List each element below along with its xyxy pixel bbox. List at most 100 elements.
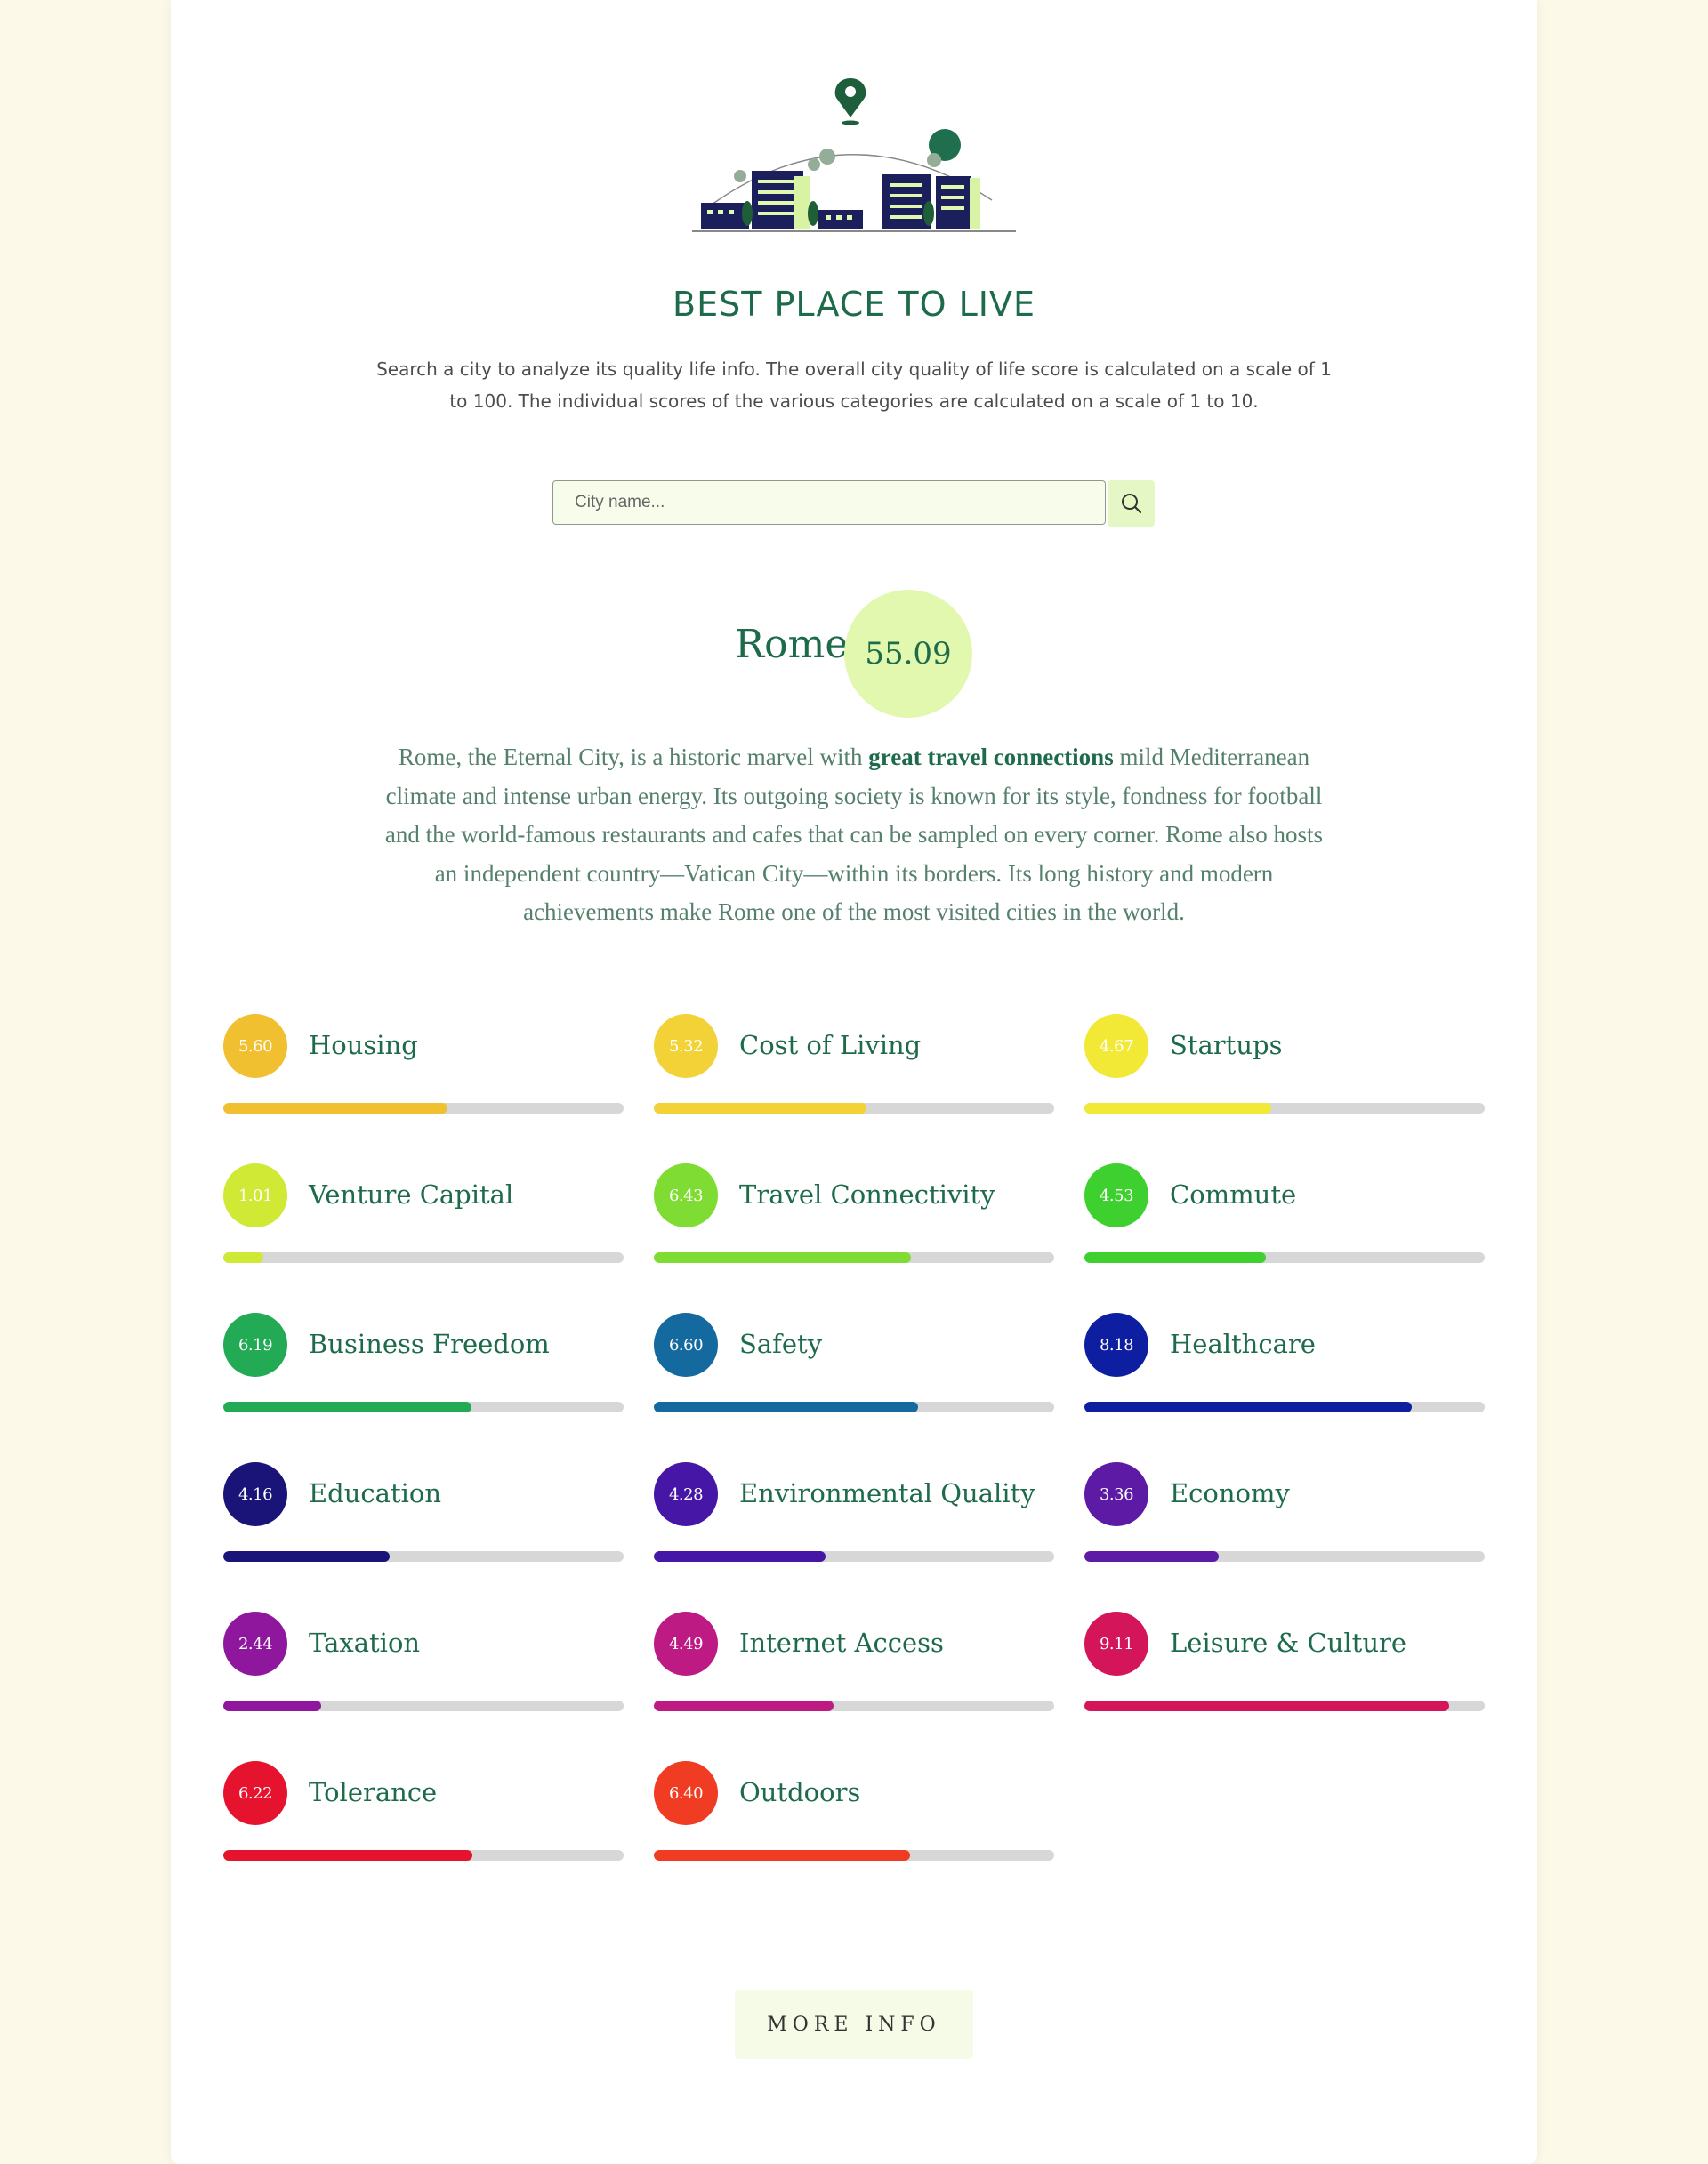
category-name: Healthcare [1170,1329,1316,1359]
category-progress-fill [1084,1402,1413,1412]
category-progress-track [1084,1103,1485,1114]
category-score: 5.32 [668,1036,704,1056]
category-name: Housing [309,1030,418,1060]
category-card: 5.60 Housing [223,1014,624,1121]
category-name: Travel Connectivity [739,1179,995,1210]
category-progress-fill [223,1402,471,1412]
category-name: Venture Capital [309,1179,514,1210]
search-button[interactable] [1108,480,1155,527]
category-card: 6.19 Business Freedom [223,1313,624,1420]
category-progress-track [654,1402,1054,1412]
category-score-badge: 6.43 [654,1163,718,1227]
category-progress-track [223,1103,624,1114]
category-score: 4.53 [1099,1186,1134,1205]
category-card: 4.28 Environmental Quality [654,1462,1054,1569]
category-progress-track [1084,1402,1485,1412]
page-description: Search a city to analyze its quality lif… [376,358,1332,412]
category-name: Internet Access [739,1628,944,1658]
category-card: 4.67 Startups [1084,1014,1485,1121]
category-score: 4.49 [668,1634,704,1653]
category-card: 4.49 Internet Access [654,1612,1054,1718]
category-progress-fill [654,1551,826,1562]
category-score: 4.67 [1099,1036,1134,1056]
category-progress-fill [654,1103,867,1114]
category-score: 4.16 [238,1484,273,1504]
category-card: 8.18 Healthcare [1084,1313,1485,1420]
city-summary: Rome, the Eternal City, is a historic ma… [375,738,1333,932]
category-score-badge: 4.16 [223,1462,287,1526]
category-progress-track [223,1701,624,1711]
category-progress-fill [223,1252,264,1263]
city-illustration [692,78,1016,232]
category-progress-track [223,1551,624,1562]
category-progress-track [1084,1701,1485,1711]
category-score: 1.01 [238,1186,273,1205]
category-progress-fill [654,1402,918,1412]
category-progress-fill [223,1850,472,1861]
category-progress-track [654,1252,1054,1263]
category-progress-fill [654,1252,912,1263]
category-score: 5.60 [238,1036,273,1056]
category-score-badge: 4.67 [1084,1014,1148,1078]
category-progress-fill [223,1701,321,1711]
category-score: 4.28 [668,1484,704,1504]
search-icon [1121,494,1141,514]
category-card: 6.40 Outdoors [654,1761,1054,1868]
category-card: 6.22 Tolerance [223,1761,624,1868]
category-progress-fill [1084,1103,1272,1114]
category-score-badge: 3.36 [1084,1462,1148,1526]
category-score-badge: 4.28 [654,1462,718,1526]
category-card: 4.53 Commute [1084,1163,1485,1270]
category-progress-fill [223,1551,391,1562]
category-progress-track [654,1103,1054,1114]
map-pin-icon [834,78,866,125]
category-progress-track [654,1551,1054,1562]
category-name: Environmental Quality [739,1478,1035,1508]
category-score-badge: 4.49 [654,1612,718,1676]
category-progress-track [223,1402,624,1412]
category-score-badge: 8.18 [1084,1313,1148,1377]
category-progress-track [1084,1252,1485,1263]
category-name: Cost of Living [739,1030,922,1060]
category-card: 3.36 Economy [1084,1462,1485,1569]
category-name: Startups [1170,1030,1283,1060]
category-name: Leisure & Culture [1170,1628,1407,1658]
category-score-badge: 9.11 [1084,1612,1148,1676]
category-score: 6.43 [668,1186,704,1205]
category-score-badge: 6.40 [654,1761,718,1825]
category-score: 6.22 [238,1783,273,1803]
category-card: 6.43 Travel Connectivity [654,1163,1054,1270]
category-score: 2.44 [238,1634,273,1653]
category-card: 6.60 Safety [654,1313,1054,1420]
category-score-badge: 6.60 [654,1313,718,1377]
page-title: BEST PLACE TO LIVE [673,285,1035,324]
category-score: 6.60 [668,1335,704,1355]
category-score-badge: 4.53 [1084,1163,1148,1227]
category-name: Commute [1170,1179,1297,1210]
city-search-input[interactable] [552,480,1106,525]
category-score-badge: 5.32 [654,1014,718,1078]
category-card: 5.32 Cost of Living [654,1014,1054,1121]
category-name: Outdoors [739,1777,861,1807]
category-card: 2.44 Taxation [223,1612,624,1718]
category-score-badge: 2.44 [223,1612,287,1676]
category-name: Business Freedom [309,1329,550,1359]
category-score-badge: 6.19 [223,1313,287,1377]
category-progress-fill [223,1103,447,1114]
category-progress-track [654,1850,1054,1861]
category-progress-track [223,1850,624,1861]
category-progress-fill [654,1701,834,1711]
category-progress-fill [1084,1252,1266,1263]
city-summary-text-end: mild Mediterranean climate and intense u… [384,744,1324,925]
category-card: 4.16 Education [223,1462,624,1569]
category-card: 1.01 Venture Capital [223,1163,624,1270]
category-name: Safety [739,1329,823,1359]
category-progress-fill [654,1850,910,1861]
category-name: Economy [1170,1478,1290,1508]
category-name: Tolerance [309,1777,438,1807]
more-info-button[interactable]: MORE INFO [735,1990,973,2059]
category-score: 9.11 [1099,1634,1134,1653]
category-score: 3.36 [1099,1484,1134,1504]
category-progress-track [223,1252,624,1263]
category-score: 6.19 [238,1335,273,1355]
